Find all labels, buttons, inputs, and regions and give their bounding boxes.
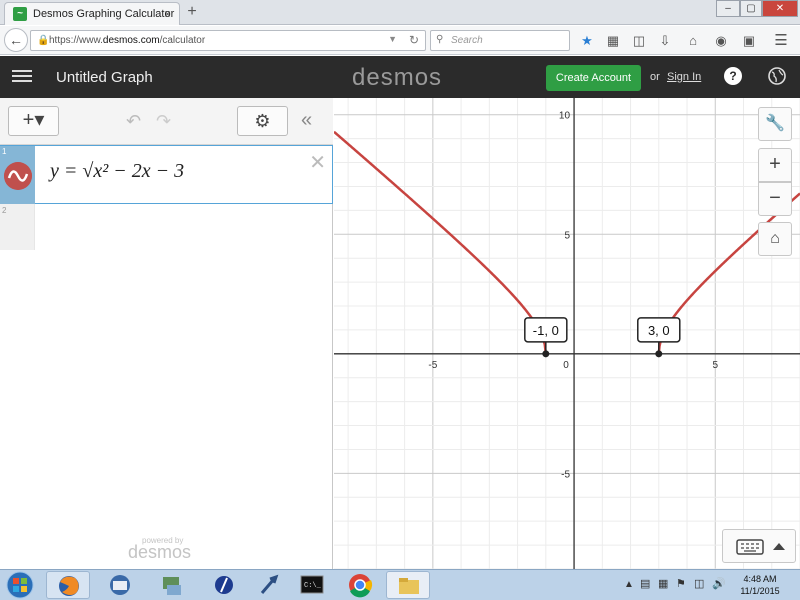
keyboard-icon [736, 539, 785, 555]
system-clock[interactable]: 4:48 AM 11/1/2015 [730, 573, 790, 597]
thunderbird-taskbar-icon[interactable] [98, 571, 142, 599]
add-item-button[interactable]: +▾ [8, 106, 59, 136]
or-text: or [650, 71, 660, 83]
graph-toggle-icon[interactable] [4, 162, 32, 190]
hamburger-menu-icon[interactable] [12, 67, 32, 87]
search-icon: ⚲ [436, 34, 444, 45]
url-dropdown-icon[interactable]: ▼ [388, 34, 397, 44]
desmos-favicon-icon: ~ [13, 7, 27, 21]
settings-button[interactable]: ⚙ [237, 106, 288, 136]
tray-volume-icon[interactable]: 🔊 [712, 577, 726, 590]
lock-icon: 🔒 [37, 35, 50, 46]
file-explorer-taskbar-icon[interactable] [386, 571, 430, 599]
browser-tab[interactable]: ~ Desmos Graphing Calculator × [4, 2, 180, 25]
browser-tab-strip: ~ Desmos Graphing Calculator × + – ▢ ✕ [0, 0, 800, 25]
reload-icon[interactable]: ↻ [409, 33, 419, 47]
wrench-icon[interactable]: 🔧 [758, 107, 792, 141]
tray-windows-icon[interactable]: ▦ [658, 577, 668, 590]
home-view-icon[interactable]: ⌂ [758, 222, 792, 256]
function-curve [334, 130, 548, 354]
desmos-header: Untitled Graph desmos Create Account or … [0, 56, 800, 98]
point-label: -1, 0 [533, 323, 559, 338]
tab-close-icon[interactable]: × [164, 7, 171, 21]
expression-panel: +▾ ↶ ↷ ⚙ « 1 y = √x² − 2x − 3 ✕ 2 powere… [0, 98, 333, 569]
delete-expression-icon[interactable]: ✕ [309, 150, 326, 175]
tray-flag-icon[interactable]: ⚑ [676, 577, 686, 590]
firefox-taskbar-icon[interactable] [46, 571, 90, 599]
expression-tag[interactable]: 1 [0, 146, 35, 204]
back-button[interactable]: ← [4, 28, 28, 52]
sign-in-link[interactable]: Sign In [667, 71, 701, 83]
collapse-panel-button[interactable]: « [301, 109, 312, 132]
x-tick-label: 5 [712, 360, 718, 371]
expression-toolbar: +▾ ↶ ↷ ⚙ « [0, 98, 333, 145]
expression-number: 1 [2, 147, 7, 156]
start-button-icon[interactable] [2, 571, 38, 599]
expression-number: 2 [2, 206, 7, 215]
tray-network-icon[interactable]: ▤ [640, 577, 650, 590]
command-prompt-taskbar-icon[interactable]: C:\_ [290, 571, 334, 599]
bookmark-star-icon[interactable]: ★ [578, 32, 596, 50]
point-label: 3, 0 [648, 323, 670, 338]
search-input[interactable]: ⚲ Search [430, 30, 570, 51]
home-icon[interactable]: ⌂ [684, 32, 702, 50]
url-bar[interactable]: 🔒 https://www.desmos.com/calculator ▼ ↻ [30, 30, 426, 51]
extension-icon[interactable]: ▣ [740, 32, 758, 50]
undo-icon[interactable]: ↶ [126, 111, 141, 132]
zoom-out-button[interactable]: − [758, 182, 792, 216]
browser-nav-bar: ← 🔒 https://www.desmos.com/calculator ▼ … [0, 26, 800, 55]
y-tick-label: 10 [559, 111, 571, 122]
new-tab-button[interactable]: + [184, 4, 200, 20]
bookmarks-menu-icon[interactable]: ▦ [604, 32, 622, 50]
close-window-button[interactable]: ✕ [762, 0, 798, 17]
expression-row[interactable]: 1 y = √x² − 2x − 3 ✕ [0, 145, 333, 204]
slash-app-taskbar-icon[interactable] [202, 571, 246, 599]
maximize-button[interactable]: ▢ [740, 0, 762, 17]
tray-power-icon[interactable]: ◫ [694, 577, 704, 590]
zoom-in-button[interactable]: + [758, 148, 792, 182]
minimize-button[interactable]: – [716, 0, 740, 17]
y-tick-label: 5 [564, 230, 570, 241]
expression-math[interactable]: y = √x² − 2x − 3 [50, 160, 184, 183]
create-account-button[interactable]: Create Account [546, 65, 641, 91]
chat-icon[interactable]: ◉ [712, 32, 730, 50]
graph-canvas[interactable]: -5 0 5 10 5 -5 -1, 0 3, 0 [334, 98, 800, 569]
y-tick-label: -5 [561, 469, 570, 480]
chrome-taskbar-icon[interactable] [338, 571, 382, 599]
url-text: https://www.desmos.com/calculator [49, 35, 206, 46]
redo-icon[interactable]: ↷ [156, 111, 171, 132]
help-icon[interactable]: ? [724, 67, 742, 85]
keypad-toggle-button[interactable] [722, 529, 796, 563]
show-hidden-icons[interactable]: ▲ [624, 579, 634, 590]
x-tick-label: -5 [428, 360, 437, 371]
powered-by-logo: desmos [128, 542, 192, 562]
downloads-icon[interactable]: ⇩ [656, 32, 674, 50]
gear-icon: ⚙ [254, 111, 271, 131]
windows-taskbar: C:\_ ▲ ▤ ▦ ⚑ ◫ 🔊 4:48 AM 11/1/2015 [0, 569, 800, 600]
menu-icon[interactable]: ☰ [772, 32, 790, 50]
search-placeholder: Search [451, 35, 483, 46]
expression-tag: 2 [0, 204, 35, 250]
pocket-icon[interactable]: ◫ [630, 32, 648, 50]
graph-title[interactable]: Untitled Graph [56, 69, 153, 86]
tools-taskbar-icon[interactable] [246, 571, 290, 599]
x-tick-label: 0 [563, 360, 569, 371]
clock-date: 11/1/2015 [740, 586, 780, 596]
clock-time: 4:48 AM [743, 574, 777, 584]
svg-text:C:\_: C:\_ [304, 582, 322, 590]
globe-icon[interactable] [768, 67, 786, 85]
graph-paper[interactable]: -5 0 5 10 5 -5 -1, 0 3, 0 🔧 + − ⌂ [334, 98, 800, 569]
network-app-taskbar-icon[interactable] [150, 571, 194, 599]
desmos-logo: desmos [352, 64, 443, 91]
expression-row[interactable]: 2 [0, 204, 333, 250]
tab-title: Desmos Graphing Calculator [33, 8, 175, 20]
